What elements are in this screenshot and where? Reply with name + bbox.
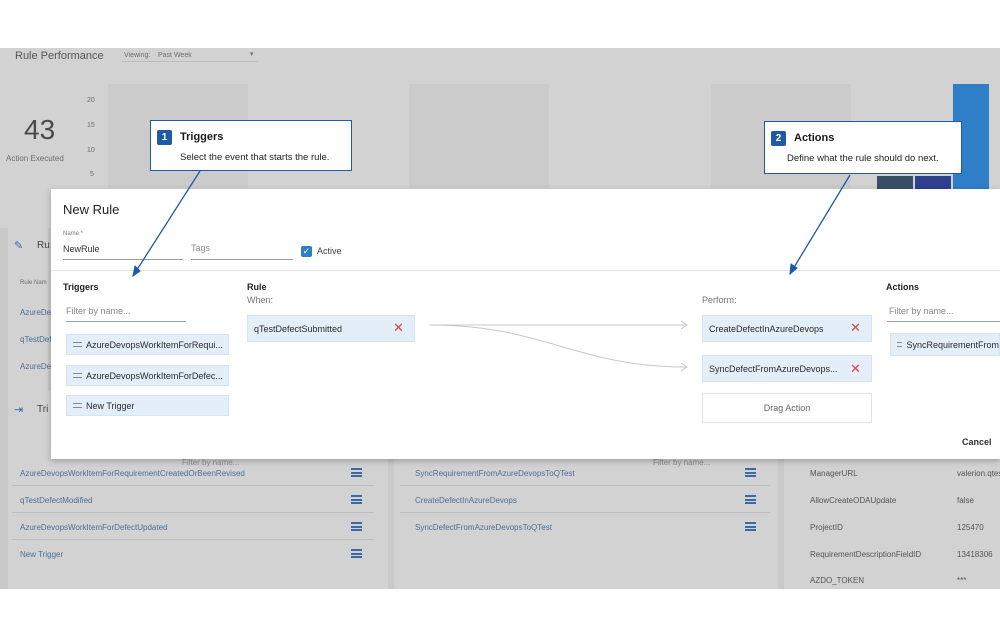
callout-number: 1 [157, 130, 172, 145]
callout-text: Define what the rule should do next. [787, 153, 939, 164]
callout-title: Triggers [180, 131, 224, 143]
callout-actions: 2 Actions Define what the rule should do… [764, 121, 962, 174]
callout-arrows [132, 170, 851, 278]
callout-arrow-actions [789, 174, 851, 275]
callout-arrow-triggers [132, 170, 201, 277]
callout-triggers: 1 Triggers Select the event that starts … [150, 120, 352, 171]
screenshot-stage: Rule Performance Viewing: Past Week ▾ 43… [0, 0, 1000, 640]
callout-text: Select the event that starts the rule. [180, 152, 330, 163]
callout-number: 2 [771, 131, 786, 146]
callout-title: Actions [794, 132, 835, 144]
arrowhead [789, 263, 798, 276]
